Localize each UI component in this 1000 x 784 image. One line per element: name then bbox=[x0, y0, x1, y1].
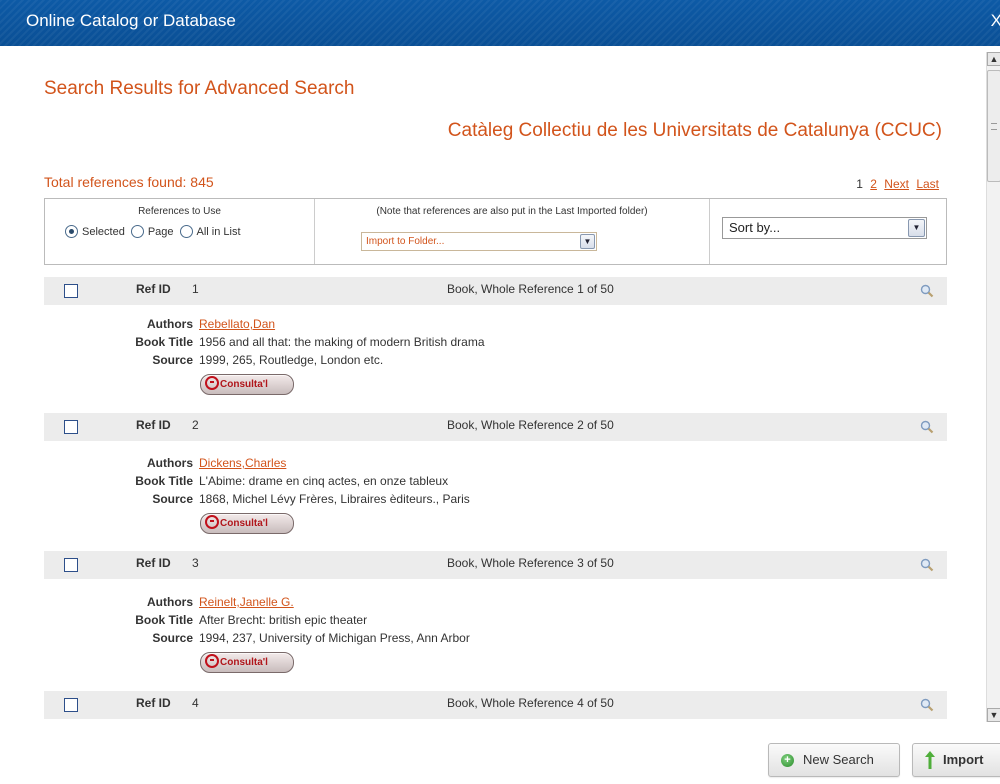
scroll-down-icon[interactable]: ▼ bbox=[987, 708, 1000, 722]
magnifier-icon[interactable] bbox=[920, 698, 934, 712]
radio-page-label: Page bbox=[147, 225, 174, 238]
folder-group: (Note that references are also put in th… bbox=[315, 199, 710, 264]
reference-details: Authors Dickens,Charles Book Title L'Abime… bbox=[44, 455, 947, 555]
source-label: Source bbox=[152, 353, 193, 367]
book-title: 1956 and all that: the making of modern … bbox=[199, 335, 485, 349]
consulta-label: Consulta'l bbox=[220, 518, 268, 529]
ref-id-label: Ref ID bbox=[136, 418, 171, 432]
import-folder-select[interactable]: Import to Folder... ▼ bbox=[361, 232, 597, 251]
ref-id-label: Ref ID bbox=[136, 556, 171, 570]
database-name: Catàleg Collectiu de les Universitats de… bbox=[447, 120, 942, 141]
magnifier-icon[interactable] bbox=[920, 420, 934, 434]
folder-note: (Note that references are also put in th… bbox=[376, 206, 648, 217]
author-link[interactable]: Reinelt,Janelle G. bbox=[199, 594, 294, 610]
book-title: After Brecht: british epic theater bbox=[199, 613, 368, 627]
magnifier-icon[interactable] bbox=[920, 284, 934, 298]
pagination: 1 2 Next Last bbox=[856, 177, 939, 191]
radio-selected[interactable] bbox=[65, 225, 78, 238]
reference-checkbox[interactable] bbox=[64, 698, 78, 712]
radio-page[interactable] bbox=[130, 225, 144, 238]
authors-label: Authors bbox=[147, 317, 193, 331]
chevron-down-icon[interactable]: ▼ bbox=[908, 219, 925, 237]
reference-header: Ref ID 4 Book, Whole Reference 4 of 50 bbox=[44, 691, 947, 719]
ref-id-value: 3 bbox=[192, 556, 199, 570]
radio-all-in-list-label: All in List bbox=[196, 225, 241, 238]
next-page-link[interactable]: Next bbox=[884, 177, 909, 191]
current-page: 1 bbox=[856, 177, 863, 191]
source: 1994, 237, University of Michigan Press,… bbox=[199, 631, 470, 645]
import-folder-value: Import to Folder... bbox=[366, 236, 445, 247]
reference-type: Book, Whole Reference 1 of 50 bbox=[447, 282, 614, 296]
chevron-down-icon[interactable]: ▼ bbox=[580, 234, 595, 249]
source-label: Source bbox=[152, 492, 193, 506]
authors-label: Authors bbox=[147, 456, 193, 470]
window-title: Online Catalog or Database bbox=[26, 11, 236, 30]
ref-id-label: Ref ID bbox=[136, 282, 171, 296]
ref-id-value: 1 bbox=[192, 282, 199, 296]
up-arrow-icon bbox=[925, 751, 935, 769]
reference-header: Ref ID 1 Book, Whole Reference 1 of 50 bbox=[44, 277, 947, 305]
page-title: Search Results for Advanced Search bbox=[44, 78, 355, 99]
reference-checkbox[interactable] bbox=[64, 558, 78, 572]
magnifier-icon[interactable] bbox=[920, 558, 934, 572]
consulta-label: Consulta'l bbox=[220, 379, 268, 390]
scrollbar-thumb[interactable] bbox=[987, 70, 1000, 182]
consulta-button[interactable]: Consulta'l bbox=[200, 513, 294, 534]
ref-id-value: 4 bbox=[192, 696, 199, 710]
sort-select[interactable]: Sort by... ▼ bbox=[722, 217, 927, 239]
scroll-up-icon[interactable]: ▲ bbox=[987, 52, 1000, 66]
import-label: Import bbox=[943, 752, 984, 767]
source-label: Source bbox=[152, 631, 193, 645]
reference-type: Book, Whole Reference 2 of 50 bbox=[447, 418, 614, 432]
ref-id-label: Ref ID bbox=[136, 696, 171, 710]
new-search-button[interactable]: + New Search bbox=[768, 743, 900, 777]
results-panel: Search Results for Advanced Search Catàl… bbox=[0, 46, 986, 722]
plus-icon: + bbox=[781, 754, 794, 767]
catalog-logo-icon bbox=[205, 654, 219, 668]
references-to-use-label: References to Use bbox=[138, 206, 221, 217]
radio-all-in-list[interactable] bbox=[179, 225, 193, 238]
source: 1999, 265, Routledge, London etc. bbox=[199, 353, 384, 367]
author-link[interactable]: Dickens,Charles bbox=[199, 455, 286, 471]
consulta-label: Consulta'l bbox=[220, 657, 268, 668]
import-toolbar: References to Use Selected Page All in L… bbox=[44, 198, 947, 265]
sort-group: Sort by... ▼ bbox=[710, 199, 946, 264]
reference-details: Authors Rebellato,Dan Book Title 1956 and … bbox=[44, 316, 947, 416]
reference-details: Authors Reinelt,Janelle G. Book Title Afte… bbox=[44, 594, 947, 694]
book-title-label: Book Title bbox=[135, 335, 193, 349]
catalog-logo-icon bbox=[205, 515, 219, 529]
consulta-button[interactable]: Consulta'l bbox=[200, 652, 294, 673]
ref-id-value: 2 bbox=[192, 418, 199, 432]
close-icon[interactable]: X bbox=[991, 11, 1000, 31]
last-page-link[interactable]: Last bbox=[916, 177, 939, 191]
window-titlebar: Online Catalog or Database X bbox=[0, 0, 1000, 46]
book-title-label: Book Title bbox=[135, 613, 193, 627]
references-to-use-group: References to Use Selected Page All in L… bbox=[45, 199, 315, 264]
authors-label: Authors bbox=[147, 595, 193, 609]
import-button[interactable]: Import bbox=[912, 743, 1000, 777]
catalog-logo-icon bbox=[205, 376, 219, 390]
reference-type: Book, Whole Reference 4 of 50 bbox=[447, 696, 614, 710]
page-2-link[interactable]: 2 bbox=[870, 177, 877, 191]
reference-header: Ref ID 2 Book, Whole Reference 2 of 50 bbox=[44, 413, 947, 441]
sort-value: Sort by... bbox=[729, 220, 781, 235]
new-search-label: New Search bbox=[803, 752, 874, 767]
book-title-label: Book Title bbox=[135, 474, 193, 488]
reference-checkbox[interactable] bbox=[64, 420, 78, 434]
book-title: L'Abime: drame en cinq actes, en onze ta… bbox=[199, 474, 449, 488]
reference-checkbox[interactable] bbox=[64, 284, 78, 298]
reference-header: Ref ID 3 Book, Whole Reference 3 of 50 bbox=[44, 551, 947, 579]
reference-type: Book, Whole Reference 3 of 50 bbox=[447, 556, 614, 570]
total-references: Total references found: 845 bbox=[44, 174, 214, 190]
source: 1868, Michel Lévy Frères, Libraires èdit… bbox=[199, 492, 470, 506]
vertical-scrollbar[interactable]: ▲ ▼ bbox=[986, 52, 1000, 722]
consulta-button[interactable]: Consulta'l bbox=[200, 374, 294, 395]
author-link[interactable]: Rebellato,Dan bbox=[199, 316, 275, 332]
radio-selected-label: Selected bbox=[82, 225, 125, 238]
